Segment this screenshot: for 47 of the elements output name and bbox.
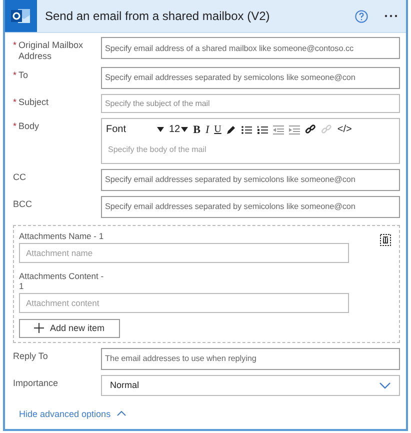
caret-icon	[157, 127, 164, 132]
field-label: BCC	[13, 198, 32, 210]
numbered-list-icon[interactable]	[257, 124, 268, 135]
chevron-up-icon	[116, 411, 126, 416]
link-icon[interactable]	[305, 124, 316, 136]
text-field[interactable]: Attachment content	[19, 292, 349, 313]
action-title: Send an email from a shared mailbox (V2)	[44, 9, 271, 23]
plus-icon	[34, 323, 44, 334]
indent-icon[interactable]	[289, 124, 300, 135]
outdent-icon[interactable]	[273, 124, 284, 135]
field-label: Attachments Content - 1	[19, 270, 105, 291]
text-field[interactable]: Attachment name	[19, 242, 349, 263]
field-label: To	[18, 70, 28, 80]
more-options-icon[interactable]	[384, 14, 398, 18]
pen-icon[interactable]	[226, 124, 236, 135]
caret-icon	[181, 127, 188, 132]
required-marker: *	[13, 70, 17, 80]
bold-button[interactable]: B	[193, 124, 200, 136]
chevron-down-icon	[379, 382, 391, 389]
font-dropdown[interactable]: Font	[106, 124, 164, 136]
text-field[interactable]: Specify email address of a shared mailbox like someone@contoso.cc	[101, 37, 400, 59]
text-field[interactable]: Specify email addresses separated by semicolons like someone@con	[101, 168, 400, 191]
underline-button[interactable]: U	[214, 124, 222, 136]
field-label: Body	[18, 120, 40, 132]
toggle-advanced-link[interactable]: Hide advanced options	[19, 408, 126, 419]
help-icon[interactable]	[355, 10, 368, 22]
field-label: Original Mailbox Address	[18, 40, 84, 62]
add-item-button[interactable]: Add new item	[19, 318, 120, 338]
required-marker: *	[13, 120, 17, 132]
font-size-dropdown[interactable]: 12	[169, 124, 188, 136]
field-label: Importance	[13, 378, 58, 388]
delete-icon[interactable]	[380, 234, 391, 246]
italic-button[interactable]: I	[205, 124, 210, 136]
bullet-list-icon[interactable]	[241, 124, 252, 135]
code-view-button[interactable]: </>	[337, 124, 352, 136]
field-label: CC	[13, 172, 26, 182]
rich-text-editor[interactable]: Font 12 B I U </> Specify the body of the mail	[101, 118, 400, 164]
field-label: Subject	[18, 96, 49, 108]
field-label: Attachments Name - 1	[19, 230, 104, 241]
field-label: Reply To	[13, 350, 48, 362]
required-marker: *	[13, 40, 17, 52]
text-field[interactable]: Specify email addresses separated by semicolons like someone@con	[101, 66, 400, 89]
required-marker: *	[13, 96, 17, 108]
text-field[interactable]: Specify email addresses separated by semicolons like someone@con	[101, 196, 400, 218]
dropdown[interactable]: Normal	[101, 374, 400, 396]
text-field[interactable]: The email addresses to use when replying	[101, 348, 400, 370]
text-field[interactable]: Specify the subject of the mail	[101, 94, 400, 113]
